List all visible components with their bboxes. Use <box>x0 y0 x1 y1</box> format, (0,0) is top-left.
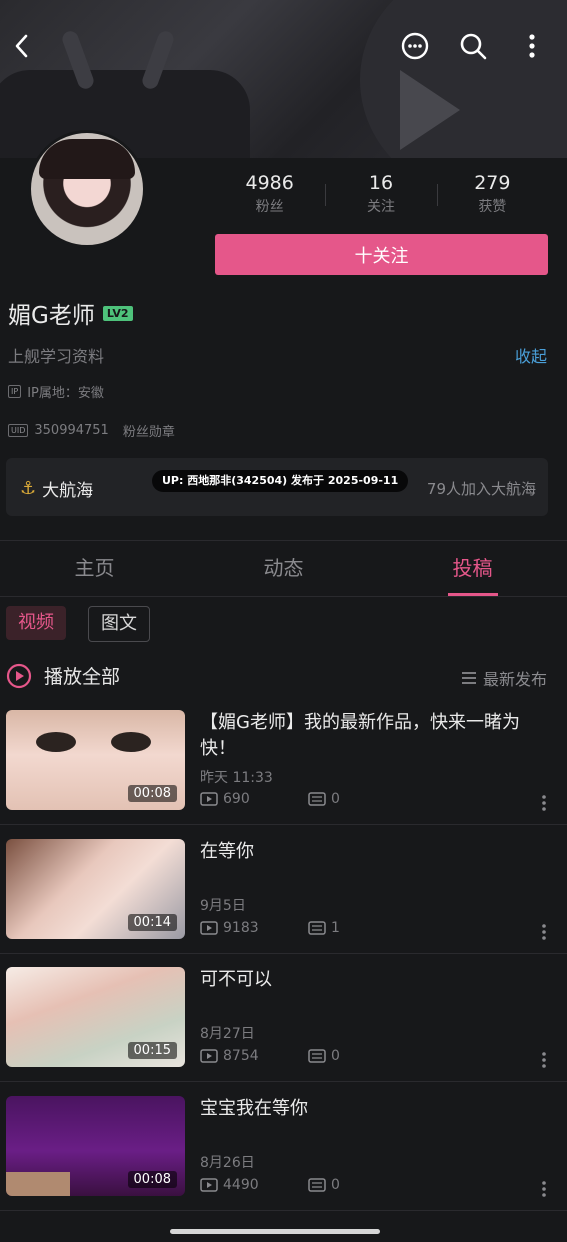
play-count-icon <box>200 792 218 806</box>
stat-following[interactable]: 16 关注 <box>325 170 436 220</box>
more-button[interactable] <box>514 28 550 64</box>
level-badge: LV2 <box>102 305 133 321</box>
video-item[interactable]: 00:08 宝宝我在等你 8月26日 4490 0 <box>0 1096 567 1224</box>
ip-location: IP属地：安徽 <box>27 386 104 401</box>
comment-icon <box>308 1049 326 1063</box>
filter-video[interactable]: 视频 <box>6 606 66 640</box>
stat-value: 279 <box>474 172 511 194</box>
back-button[interactable] <box>4 28 40 64</box>
anchor-icon: ⚓ <box>20 478 37 499</box>
fan-medal-link[interactable]: 粉丝勋章 <box>123 421 175 440</box>
chevron-left-icon <box>15 34 28 58</box>
video-stats: 4490 0 <box>200 1177 416 1193</box>
stat-label: 获赞 <box>478 199 507 215</box>
video-thumbnail[interactable]: 00:15 <box>6 967 185 1067</box>
video-thumbnail[interactable]: 00:14 <box>6 839 185 939</box>
upload-watermark: UP: 西地那非(342504) 发布于 2025-09-11 <box>152 470 409 492</box>
message-button[interactable] <box>397 28 433 64</box>
tab-uploads[interactable]: 投稿 <box>378 540 567 596</box>
filter-image-text[interactable]: 图文 <box>88 606 150 642</box>
comment-icon <box>308 921 326 935</box>
uid-row: UID 350994751 粉丝勋章 <box>8 421 175 440</box>
video-title: 【媚G老师】我的最新作品，快来一睹为快！ <box>200 712 520 759</box>
divider <box>0 1210 567 1211</box>
video-date: 8月27日 <box>200 1026 255 1042</box>
video-duration: 00:15 <box>127 1042 177 1059</box>
play-count-icon <box>200 1049 218 1063</box>
stat-fans[interactable]: 4986 粉丝 <box>214 170 325 220</box>
video-date: 8月26日 <box>200 1155 255 1171</box>
comment-icon <box>308 1178 326 1192</box>
video-more-icon[interactable] <box>541 1180 547 1198</box>
view-count: 8754 <box>223 1048 259 1064</box>
play-all-label: 播放全部 <box>44 666 121 688</box>
video-title: 在等你 <box>200 841 254 862</box>
tab-dynamic[interactable]: 动态 <box>189 540 378 596</box>
video-duration: 00:08 <box>127 1171 177 1188</box>
play-count-icon <box>200 921 218 935</box>
video-title: 可不可以 <box>200 969 272 990</box>
video-duration: 00:08 <box>127 785 177 802</box>
video-more-icon[interactable] <box>541 794 547 812</box>
divider <box>0 824 567 825</box>
follow-button[interactable]: 十关注 <box>215 234 548 275</box>
fleet-title: 大航海 <box>42 481 94 501</box>
fleet-joined: 79人加入大航海 <box>426 480 536 498</box>
search-button[interactable] <box>455 28 491 64</box>
stat-label: 粉丝 <box>255 199 284 215</box>
video-thumbnail[interactable]: 00:08 <box>6 1096 185 1196</box>
sort-button[interactable]: 最新发布 <box>461 666 547 690</box>
fleet-title-row: ⚓ 大航海 <box>20 476 93 501</box>
comment-count: 0 <box>331 1048 340 1064</box>
video-item[interactable]: 00:15 可不可以 8月27日 8754 0 <box>0 967 567 1095</box>
comment-count: 0 <box>331 791 340 807</box>
tab-home[interactable]: 主页 <box>0 540 189 596</box>
stat-likes[interactable]: 279 获赞 <box>436 170 548 220</box>
video-title: 宝宝我在等你 <box>200 1098 308 1119</box>
video-stats: 9183 1 <box>200 920 416 936</box>
divider <box>0 596 567 597</box>
video-duration: 00:14 <box>127 914 177 931</box>
uid-value: 350994751 <box>34 423 109 438</box>
chat-bubble-icon <box>401 32 429 60</box>
avatar[interactable] <box>28 130 146 248</box>
comment-count: 1 <box>331 920 340 936</box>
video-more-icon[interactable] <box>541 1051 547 1069</box>
home-indicator[interactable] <box>170 1229 380 1234</box>
ip-tag-icon: IP <box>8 385 22 398</box>
view-count: 9183 <box>223 920 259 936</box>
video-item[interactable]: 00:14 在等你 9月5日 9183 1 <box>0 839 567 967</box>
view-count: 4490 <box>223 1177 259 1193</box>
video-stats: 8754 0 <box>200 1048 416 1064</box>
stat-value: 16 <box>368 172 394 194</box>
collapse-link[interactable]: 收起 <box>515 343 547 367</box>
view-count: 690 <box>223 791 250 807</box>
profile-signature: 上舰学习资料 <box>8 347 105 366</box>
uid-tag-icon: UID <box>8 424 29 437</box>
ip-location-row: IP IP属地：安徽 <box>8 382 104 401</box>
sort-lines-icon <box>461 672 476 684</box>
video-item[interactable]: 00:08 【媚G老师】我的最新作品，快来一睹为快！ 昨天 11:33 690 … <box>0 710 567 838</box>
video-stats: 690 0 <box>200 791 416 807</box>
video-date: 9月5日 <box>200 898 246 914</box>
sort-label: 最新发布 <box>482 670 547 689</box>
divider <box>0 1081 567 1082</box>
profile-name-row: 媚G老师 LV2 <box>8 296 133 330</box>
stat-label: 关注 <box>366 199 395 215</box>
comment-icon <box>308 792 326 806</box>
video-date: 昨天 11:33 <box>200 770 273 786</box>
video-more-icon[interactable] <box>541 923 547 941</box>
play-count-icon <box>200 1178 218 1192</box>
comment-count: 0 <box>331 1177 340 1193</box>
divider <box>0 953 567 954</box>
profile-tabs: 主页 动态 投稿 <box>0 540 567 596</box>
profile-name: 媚G老师 <box>8 303 95 329</box>
more-vertical-icon <box>529 34 535 58</box>
play-circle-icon <box>6 663 32 688</box>
stat-value: 4986 <box>245 172 294 194</box>
stats-row: 4986 粉丝 16 关注 279 获赞 <box>214 170 548 220</box>
search-icon <box>460 33 487 60</box>
play-all-button[interactable]: 播放全部 <box>6 662 120 689</box>
video-thumbnail[interactable]: 00:08 <box>6 710 185 810</box>
